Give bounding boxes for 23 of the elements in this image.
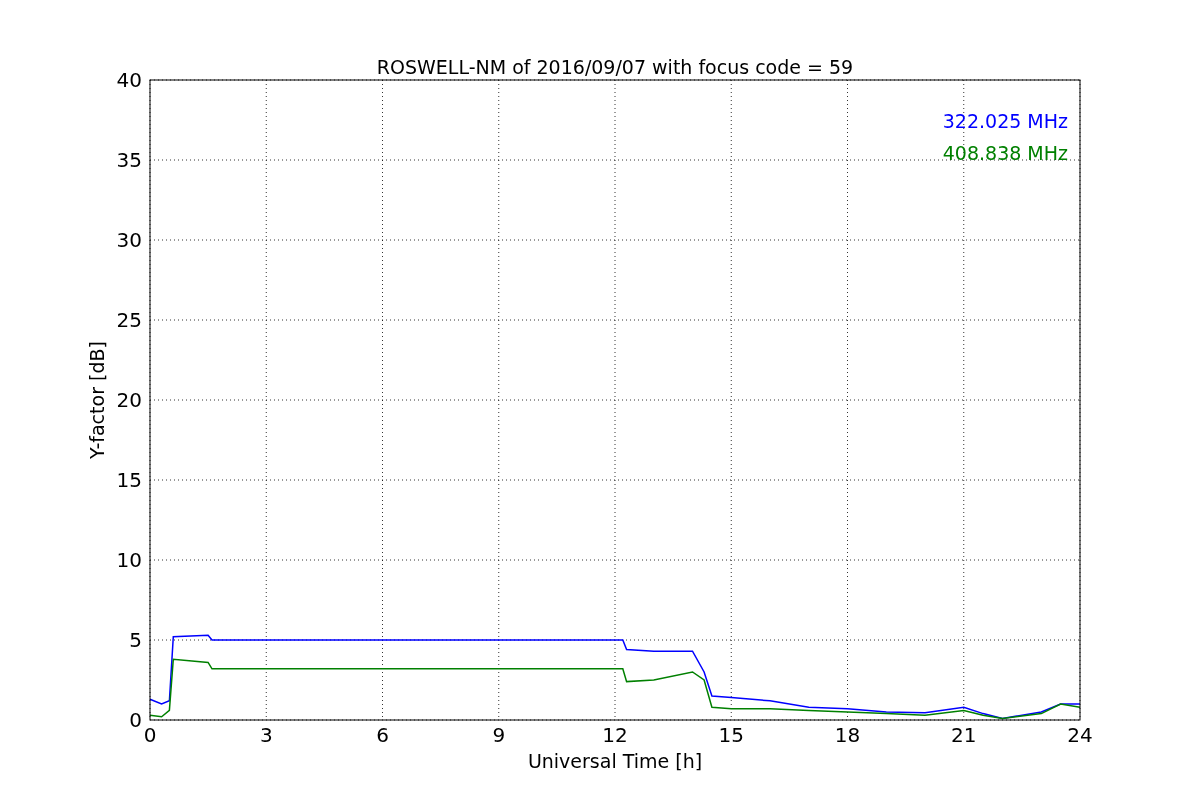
tick-label: 15 [718,723,744,747]
legend-label: 408.838 MHz [942,142,1068,164]
tick-label: 5 [129,628,142,652]
tick-label: 15 [116,468,142,492]
x-axis-label: Universal Time [h] [527,750,703,772]
tick-label: 30 [116,228,142,252]
legend-label: 322.025 MHz [942,110,1068,132]
tick-label: 40 [116,68,142,92]
y-axis-label: Y-factor [dB] [86,341,108,459]
tick-label: 25 [116,308,142,332]
chart-title: ROSWELL-NM of 2016/09/07 with focus code = 59 [376,56,854,78]
tick-label: 3 [259,723,273,747]
tick-label: 18 [834,723,861,747]
tick-label: 12 [602,723,628,747]
tick-label: 10 [116,548,142,572]
tick-label: 20 [116,388,142,412]
tick-label: 0 [143,723,157,747]
tick-label: 35 [116,148,142,172]
tick-label: 24 [1067,723,1093,747]
tick-label: 0 [129,708,142,732]
tick-label: 6 [376,723,389,747]
tick-label: 9 [492,723,506,747]
tick-label: 21 [951,723,977,747]
